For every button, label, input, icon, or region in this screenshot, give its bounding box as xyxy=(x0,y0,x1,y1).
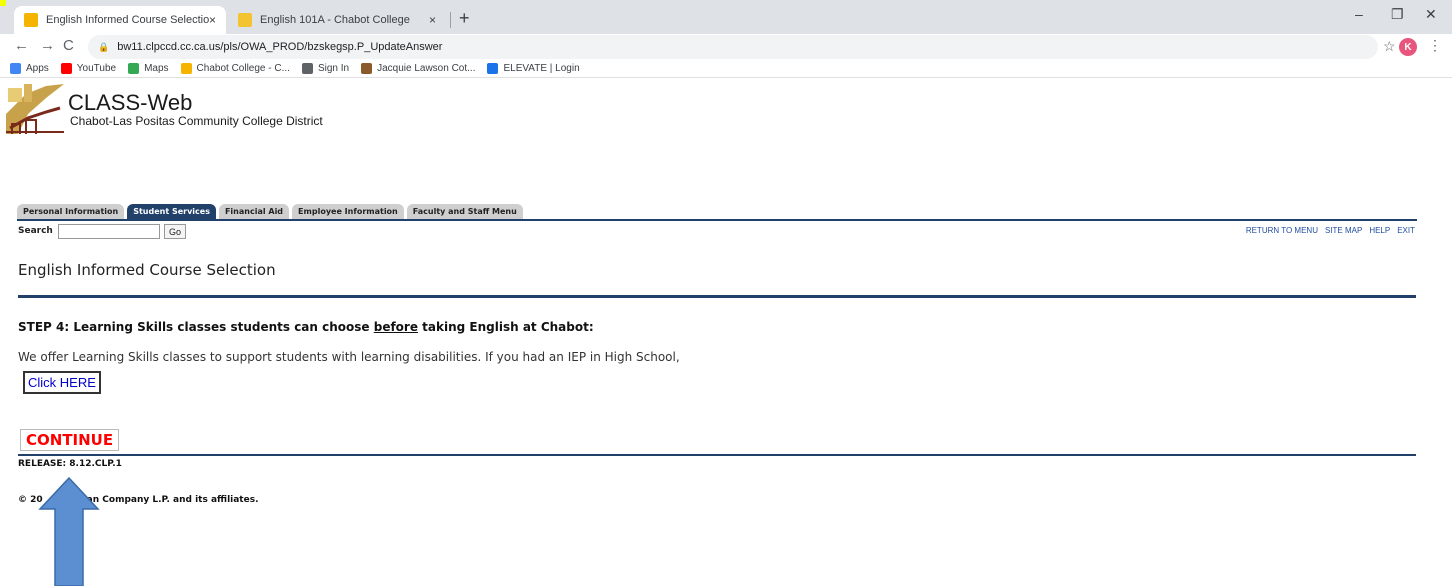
bookmark-apps[interactable]: Apps xyxy=(10,63,49,74)
release-text: RELEASE: 8.12.CLP.1 xyxy=(18,459,122,469)
close-tab-icon[interactable]: × xyxy=(429,13,436,27)
back-icon[interactable]: ← xyxy=(14,37,29,54)
tab-separator xyxy=(450,12,451,28)
browser-tab[interactable]: English 101A - Chabot College × xyxy=(228,6,446,34)
go-button[interactable]: Go xyxy=(164,224,186,239)
favicon-icon xyxy=(24,13,38,27)
elevate-icon xyxy=(487,63,499,74)
up-arrow-icon xyxy=(38,477,100,586)
click-here-link[interactable]: Click HERE xyxy=(23,371,101,394)
youtube-icon xyxy=(60,63,72,74)
return-to-menu-link[interactable]: RETURN TO MENU xyxy=(1246,226,1318,235)
site-title: CLASS-Web xyxy=(68,90,193,115)
bookmark-label: Sign In xyxy=(317,63,350,74)
bookmark-label: ELEVATE | Login xyxy=(503,63,580,74)
jacquie-icon xyxy=(361,63,373,74)
browser-tabstrip: English Informed Course Selectio × Engli… xyxy=(0,0,1452,34)
address-bar[interactable]: 🔒 bw11.clpccd.cc.ca.us/pls/OWA_PROD/bzsk… xyxy=(88,35,1378,59)
close-tab-icon[interactable]: × xyxy=(209,13,216,27)
chabot-logo-icon xyxy=(6,84,64,134)
body-text: We offer Learning Skills classes to supp… xyxy=(18,350,680,364)
address-url: bw11.clpccd.cc.ca.us/pls/OWA_PROD/bzskeg… xyxy=(117,41,443,53)
heading-divider xyxy=(18,295,1416,298)
browser-menu-icon[interactable]: ⋮ xyxy=(1428,37,1442,54)
step-emphasis: before xyxy=(373,320,418,334)
top-links: RETURN TO MENU SITE MAP HELP EXIT xyxy=(1239,226,1415,235)
bookmark-elevate[interactable]: ELEVATE | Login xyxy=(487,63,580,74)
bookmark-jacquie[interactable]: Jacquie Lawson Cot... xyxy=(361,63,475,74)
browser-tab-active[interactable]: English Informed Course Selectio × xyxy=(14,6,226,34)
main-nav-tabs: Personal Information Student Services Fi… xyxy=(17,204,526,219)
continue-button[interactable]: CONTINUE xyxy=(20,429,120,451)
bookmark-label: YouTube xyxy=(76,63,117,74)
profile-avatar[interactable]: K xyxy=(1399,38,1417,56)
tab-student-services[interactable]: Student Services xyxy=(127,204,216,219)
tab-personal-information[interactable]: Personal Information xyxy=(17,204,125,219)
maps-icon xyxy=(128,63,140,74)
search-input[interactable] xyxy=(58,224,160,239)
step-title: STEP 4: Learning Skills classes students… xyxy=(18,320,594,334)
favicon-icon xyxy=(238,13,252,27)
footer-divider xyxy=(18,454,1416,456)
site-subtitle: Chabot-Las Positas Community College Dis… xyxy=(70,114,323,128)
tab-faculty-staff-menu[interactable]: Faculty and Staff Menu xyxy=(406,204,523,219)
reload-icon[interactable]: C xyxy=(63,37,74,54)
bookmark-youtube[interactable]: YouTube xyxy=(60,63,117,74)
search-label: Search xyxy=(18,226,53,236)
bookmark-label: Maps xyxy=(144,63,169,74)
tab-title: English Informed Course Selectio xyxy=(45,14,209,26)
bookmark-label: Jacquie Lawson Cot... xyxy=(377,63,476,74)
bookmarks-bar: Apps YouTube Maps Chabot College - C... … xyxy=(0,60,1452,78)
tab-title: English 101A - Chabot College xyxy=(260,14,410,26)
step-prefix: STEP 4: Learning Skills classes students… xyxy=(18,320,374,334)
site-map-link[interactable]: SITE MAP xyxy=(1325,226,1362,235)
bookmark-star-icon[interactable]: ☆ xyxy=(1383,38,1396,55)
highlight-marker xyxy=(0,0,6,6)
bookmark-label: Chabot College - C... xyxy=(196,63,290,74)
tab-employee-information[interactable]: Employee Information xyxy=(292,204,404,219)
close-window-button[interactable]: ✕ xyxy=(1425,6,1437,23)
step-suffix: taking English at Chabot: xyxy=(417,320,594,334)
help-link[interactable]: HELP xyxy=(1369,226,1390,235)
bookmark-signin[interactable]: Sign In xyxy=(301,63,350,74)
nav-divider xyxy=(17,219,1417,221)
copyright-end: an Company L.P. and its affiliates. xyxy=(86,495,259,505)
bookmark-maps[interactable]: Maps xyxy=(128,63,169,74)
lock-icon: 🔒 xyxy=(98,41,110,52)
browser-toolbar: ← → C 🔒 bw11.clpccd.cc.ca.us/pls/OWA_PRO… xyxy=(0,34,1452,60)
forward-icon[interactable]: → xyxy=(40,37,55,54)
apps-grid-icon xyxy=(10,63,21,74)
new-tab-button[interactable]: + xyxy=(459,8,470,29)
chabot-icon xyxy=(180,63,192,74)
bookmark-chabot[interactable]: Chabot College - C... xyxy=(180,63,290,74)
bookmark-label: Apps xyxy=(26,63,49,74)
signin-icon xyxy=(301,63,313,74)
minimize-button[interactable]: – xyxy=(1355,6,1363,22)
page-title: English Informed Course Selection xyxy=(18,261,276,279)
exit-link[interactable]: EXIT xyxy=(1397,226,1415,235)
restore-button[interactable]: ❐ xyxy=(1391,6,1404,23)
tab-financial-aid[interactable]: Financial Aid xyxy=(218,204,290,219)
